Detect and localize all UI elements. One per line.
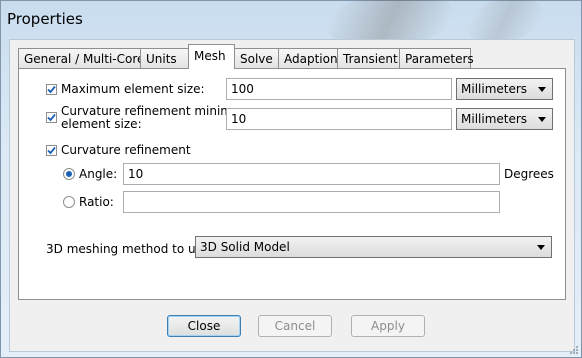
tab-solve[interactable]: Solve xyxy=(234,48,279,68)
checkmark-icon xyxy=(47,113,56,122)
max-element-size-label: Maximum element size: xyxy=(61,82,205,96)
cancel-button[interactable]: Cancel xyxy=(258,315,332,337)
ratio-label: Ratio: xyxy=(79,195,114,209)
angle-unit-label: Degrees xyxy=(504,167,554,181)
meshing-method-select[interactable]: 3D Solid Model xyxy=(195,236,552,258)
angle-label: Angle: xyxy=(79,167,118,181)
checkmark-icon xyxy=(47,146,56,155)
ratio-radio[interactable] xyxy=(63,196,75,208)
curvature-min-size-checkbox[interactable] xyxy=(46,112,57,123)
chevron-down-icon xyxy=(538,117,546,122)
resize-grip-icon[interactable] xyxy=(569,345,579,355)
curvature-refinement-checkbox[interactable] xyxy=(46,145,57,156)
chevron-down-icon xyxy=(537,245,545,250)
tab-transient[interactable]: Transient xyxy=(337,48,400,68)
close-button[interactable]: Close xyxy=(167,315,241,337)
angle-input[interactable]: 10 xyxy=(123,163,500,185)
angle-radio[interactable] xyxy=(63,168,75,180)
curvature-min-size-label-line2: element size: xyxy=(61,117,142,131)
curvature-min-size-unit-select[interactable]: Millimeters xyxy=(456,108,553,130)
tab-units[interactable]: Units xyxy=(140,48,189,68)
ratio-input[interactable] xyxy=(123,191,500,213)
curvature-min-size-label: Curvature refinement minimum element siz… xyxy=(61,105,251,131)
curvature-min-size-unit-value: Millimeters xyxy=(461,112,528,126)
curvature-refinement-label: Curvature refinement xyxy=(61,143,191,157)
window-title: Properties xyxy=(7,10,83,28)
radio-selected-dot xyxy=(66,171,72,177)
meshing-method-value: 3D Solid Model xyxy=(200,240,290,254)
chevron-down-icon xyxy=(538,87,546,92)
max-element-size-unit-select[interactable]: Millimeters xyxy=(456,78,553,100)
max-element-size-input[interactable]: 100 xyxy=(226,78,452,100)
max-element-size-unit-value: Millimeters xyxy=(461,82,528,96)
curvature-min-size-input[interactable]: 10 xyxy=(226,108,452,130)
max-element-size-checkbox[interactable] xyxy=(46,84,57,95)
apply-button[interactable]: Apply xyxy=(351,315,425,337)
tab-mesh[interactable]: Mesh xyxy=(188,44,235,69)
meshing-method-label: 3D meshing method to use: xyxy=(46,242,214,256)
checkmark-icon xyxy=(47,85,56,94)
tab-general-multi-core[interactable]: General / Multi-Core xyxy=(18,48,144,68)
tab-adaption[interactable]: Adaption xyxy=(278,48,338,68)
tab-parameters[interactable]: Parameters xyxy=(399,48,474,68)
